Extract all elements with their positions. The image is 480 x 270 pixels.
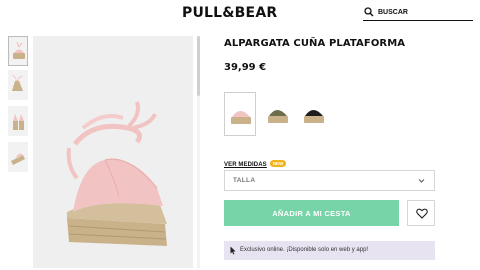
wishlist-button[interactable] [407, 200, 435, 226]
shoe-thumbnail-icon [13, 41, 25, 59]
chevron-down-icon [418, 179, 425, 183]
shoe-swatch-icon [304, 110, 324, 123]
color-swatch-khaki[interactable] [262, 92, 294, 136]
site-header: PULL&BEAR [0, 0, 480, 26]
thumbnail-1[interactable] [8, 36, 28, 66]
product-title: ALPARGATA CUÑA PLATAFORMA [224, 38, 406, 49]
new-badge: NEW [269, 160, 287, 167]
shoe-thumbnail-icon [12, 74, 23, 91]
search-icon [364, 7, 374, 17]
image-scrollbar[interactable] [197, 36, 200, 268]
thumbnail-3[interactable] [8, 106, 28, 136]
color-swatch-black[interactable] [298, 92, 330, 136]
size-guide: VER MEDIDAS NEW [224, 153, 287, 168]
search-bar[interactable] [363, 6, 473, 21]
online-exclusive-notice: Exclusivo online. ¡Disponible solo en we… [224, 241, 435, 260]
add-to-cart-button[interactable]: AÑADIR A MI CESTA [224, 200, 399, 226]
shoe-thumbnail-icon [11, 153, 25, 165]
brand-logo[interactable]: PULL&BEAR [182, 5, 277, 21]
size-select-label: TALLA [233, 177, 256, 184]
product-price: 39,99 € [224, 62, 267, 73]
size-guide-link[interactable]: VER MEDIDAS [224, 162, 267, 168]
cursor-icon [230, 246, 236, 255]
size-select[interactable]: TALLA [224, 170, 435, 191]
notice-text: Exclusivo online. ¡Disponible solo en we… [240, 247, 369, 253]
shoe-swatch-icon [231, 111, 251, 124]
thumbnail-2[interactable] [8, 70, 28, 100]
shoe-swatch-icon [268, 110, 288, 123]
thumbnail-4[interactable] [8, 142, 28, 172]
search-input[interactable] [378, 6, 470, 19]
product-main-image[interactable] [33, 36, 193, 268]
color-swatch-pink[interactable] [224, 92, 256, 136]
heart-icon [416, 208, 428, 219]
shoe-thumbnail-icon [13, 114, 24, 130]
espadrille-shoe-image [66, 101, 167, 246]
